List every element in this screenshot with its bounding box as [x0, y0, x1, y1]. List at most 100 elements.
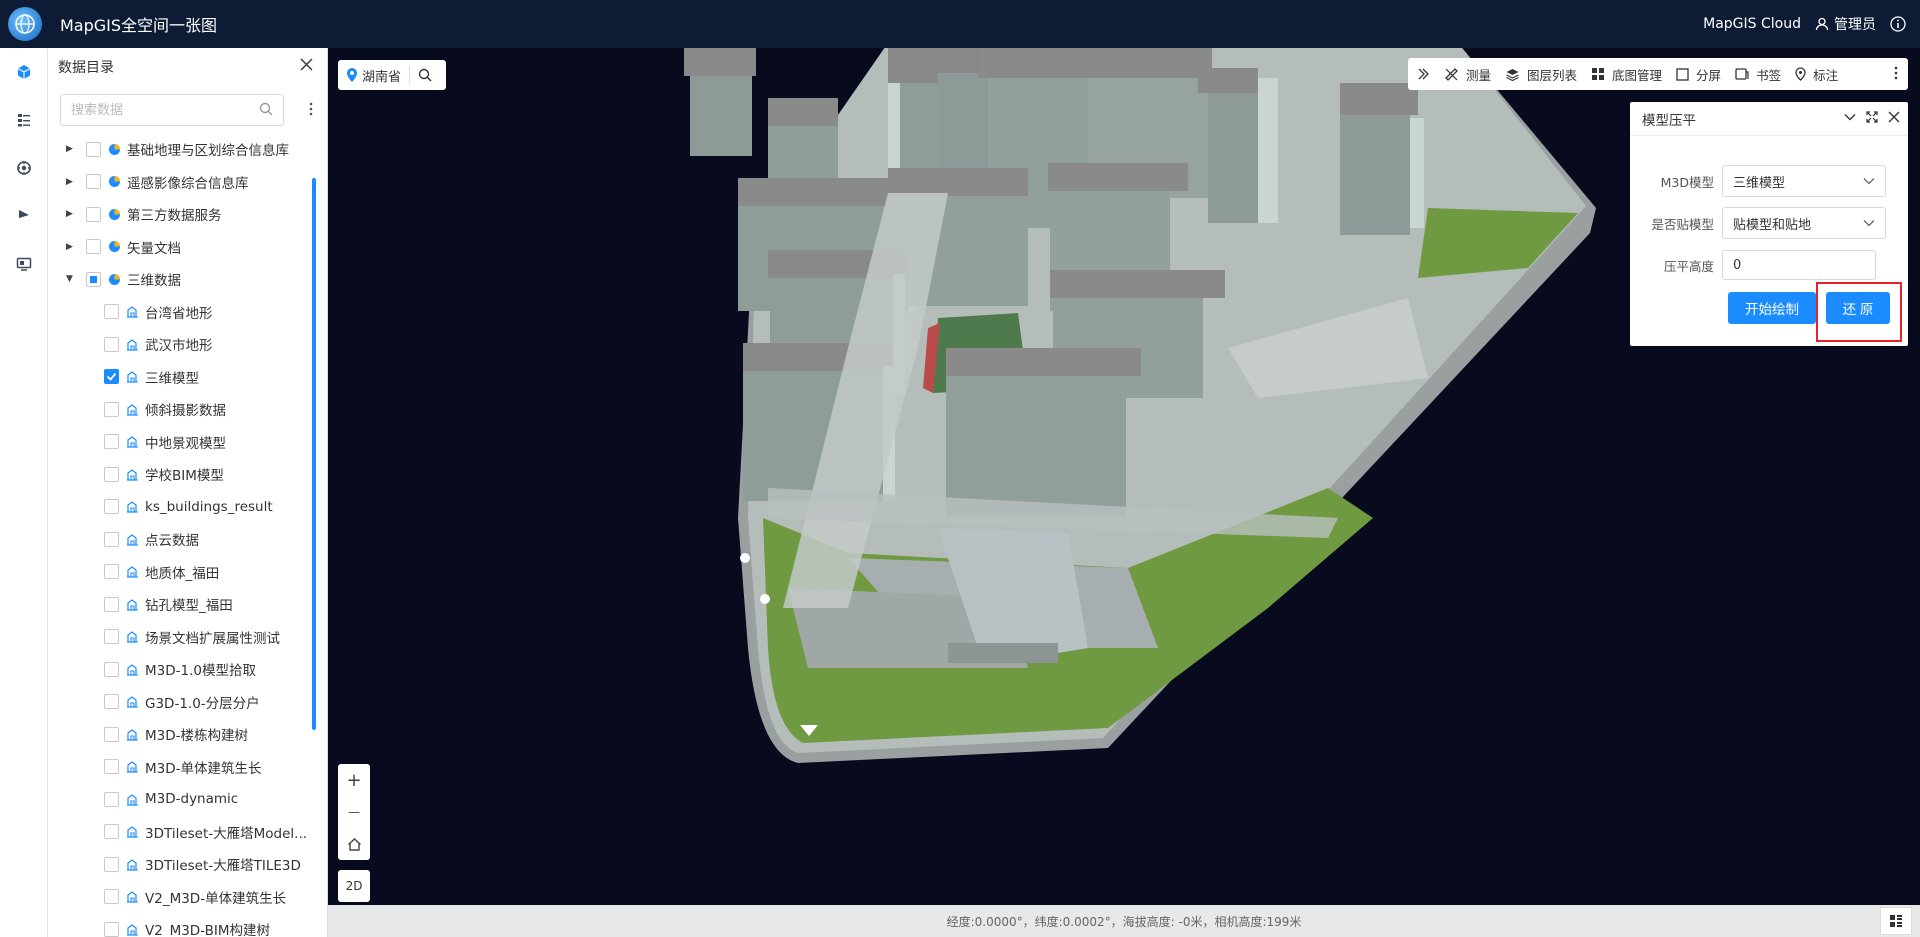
checkbox[interactable] [104, 856, 119, 872]
checkbox[interactable] [104, 499, 119, 515]
catalog-search-input[interactable] [61, 96, 251, 124]
tree-layer-item[interactable]: 地质体_福田 [48, 556, 316, 589]
tree-group[interactable]: ▶ 遥感影像综合信息库 [48, 166, 316, 199]
catalog-close-button[interactable] [300, 58, 313, 75]
tree-layer-item[interactable]: 3DTileset-大雁塔Model... [48, 816, 316, 849]
caret-right-icon[interactable]: ▶ [66, 144, 74, 154]
caret-right-icon[interactable]: ▶ [66, 177, 74, 187]
tree-layer-item[interactable]: V2_M3D-BIM构建树 [48, 913, 316, 937]
building-icon [126, 468, 139, 481]
tree-layer-item[interactable]: 台湾省地形 [48, 296, 316, 329]
checkbox[interactable] [86, 239, 101, 255]
checkbox[interactable] [104, 661, 119, 677]
rail-layer-list-button[interactable] [0, 96, 48, 144]
2d-mode-button[interactable]: 2D [338, 870, 370, 902]
cloud-link[interactable]: MapGIS Cloud [1703, 16, 1801, 32]
checkbox[interactable] [104, 596, 119, 612]
checkbox[interactable] [104, 824, 119, 840]
checkbox[interactable] [104, 694, 119, 710]
checkbox[interactable] [104, 726, 119, 742]
basemap-tool[interactable]: 底图管理 [1591, 65, 1662, 84]
tree-layer-item[interactable]: 点云数据 [48, 523, 316, 556]
info-button[interactable] [1890, 16, 1906, 32]
layer-list-tool[interactable]: 图层列表 [1505, 65, 1577, 84]
checkbox[interactable] [86, 206, 101, 222]
rail-analysis-button[interactable] [0, 144, 48, 192]
start-draw-button[interactable]: 开始绘制 [1728, 292, 1816, 324]
user-menu[interactable]: 管理员 [1815, 14, 1876, 34]
double-chevron-right-icon [1418, 68, 1429, 80]
tree-group-label: 基础地理与区划综合信息库 [127, 143, 289, 160]
legend-toggle-button[interactable] [1880, 907, 1912, 935]
pie-folder-icon [108, 273, 121, 286]
search-icon[interactable] [259, 102, 273, 120]
building-icon [126, 663, 139, 676]
caret-right-icon[interactable]: ▶ [66, 242, 74, 252]
tree-layer-item[interactable]: M3D-dynamic [48, 783, 316, 816]
measure-tool[interactable]: 测量 [1444, 65, 1491, 84]
home-button[interactable] [338, 828, 370, 860]
split-screen-tool[interactable]: 分屏 [1676, 65, 1721, 84]
tree-layer-item[interactable]: M3D-单体建筑生长 [48, 751, 316, 784]
checkbox[interactable] [104, 304, 119, 320]
checkbox[interactable] [86, 141, 101, 157]
checkbox[interactable] [104, 759, 119, 775]
tree-group[interactable]: ▶ 矢量文档 [48, 231, 316, 264]
m3d-model-label: M3D模型 [1660, 174, 1714, 190]
checkbox[interactable] [104, 889, 119, 905]
building-icon [126, 565, 139, 578]
mark-tool[interactable]: 标注 [1795, 65, 1838, 84]
panel-fullscreen-button[interactable] [1866, 111, 1878, 127]
zoom-out-button[interactable]: — [338, 796, 370, 828]
location-selector[interactable]: 湖南省 [338, 60, 446, 90]
tree-layer-item[interactable]: 钻孔模型_福田 [48, 588, 316, 621]
rail-data-catalog-button[interactable] [0, 48, 48, 96]
tree-layer-item[interactable]: ks_buildings_result [48, 491, 316, 524]
building-icon [126, 338, 139, 351]
checkbox[interactable] [104, 531, 119, 547]
checkbox[interactable] [104, 629, 119, 645]
tree-group[interactable]: ▶ 第三方数据服务 [48, 198, 316, 231]
checkbox[interactable] [104, 921, 119, 937]
checkbox[interactable] [104, 336, 119, 352]
zoom-in-button[interactable]: + [338, 764, 370, 796]
checkbox[interactable] [104, 466, 119, 482]
tree-layer-item[interactable]: 倾斜摄影数据 [48, 393, 316, 426]
checkbox[interactable] [86, 174, 101, 190]
toolbar-collapse-button[interactable] [1416, 67, 1430, 81]
panel-close-button[interactable] [1888, 111, 1900, 127]
tree-layer-item[interactable]: 学校BIM模型 [48, 458, 316, 491]
tree-group[interactable]: ▼ 三维数据 [48, 263, 316, 296]
grid-list-icon [1890, 915, 1902, 927]
checkbox[interactable] [104, 564, 119, 580]
tree-layer-item[interactable]: G3D-1.0-分层分户 [48, 686, 316, 719]
rail-scene-button[interactable] [0, 240, 48, 288]
caret-right-icon[interactable]: ▶ [66, 209, 74, 219]
ruler-icon [1445, 67, 1458, 81]
checkbox[interactable] [104, 791, 119, 807]
rail-tools-button[interactable] [0, 192, 48, 240]
tree-layer-item[interactable]: 三维模型 [48, 361, 316, 394]
attach-model-select[interactable]: 贴模型和贴地 [1722, 207, 1886, 239]
tree-layer-item[interactable]: 场景文档扩展属性测试 [48, 621, 316, 654]
building-icon [126, 435, 139, 448]
map-search-button[interactable] [418, 68, 432, 82]
tree-layer-item[interactable]: M3D-楼栋构建树 [48, 718, 316, 751]
checkbox[interactable] [104, 434, 119, 450]
checkbox[interactable] [86, 271, 101, 287]
tree-layer-item[interactable]: M3D-1.0模型拾取 [48, 653, 316, 686]
catalog-more-button[interactable] [309, 102, 313, 120]
tree-group[interactable]: ▶ 基础地理与区划综合信息库 [48, 133, 316, 166]
tree-layer-item[interactable]: 武汉市地形 [48, 328, 316, 361]
toolbar-more-button[interactable] [1894, 66, 1898, 80]
tree-layer-item[interactable]: 中地景观模型 [48, 426, 316, 459]
flatten-height-input[interactable] [1722, 250, 1876, 280]
m3d-model-select[interactable]: 三维模型 [1722, 165, 1886, 197]
caret-down-icon[interactable]: ▼ [66, 274, 74, 284]
bookmark-tool[interactable]: 书签 [1735, 65, 1781, 84]
checkbox[interactable] [104, 401, 119, 417]
panel-collapse-button[interactable] [1844, 111, 1856, 127]
tree-layer-item[interactable]: V2_M3D-单体建筑生长 [48, 881, 316, 914]
checkbox[interactable] [104, 369, 119, 385]
tree-layer-item[interactable]: 3DTileset-大雁塔TILE3D [48, 848, 316, 881]
